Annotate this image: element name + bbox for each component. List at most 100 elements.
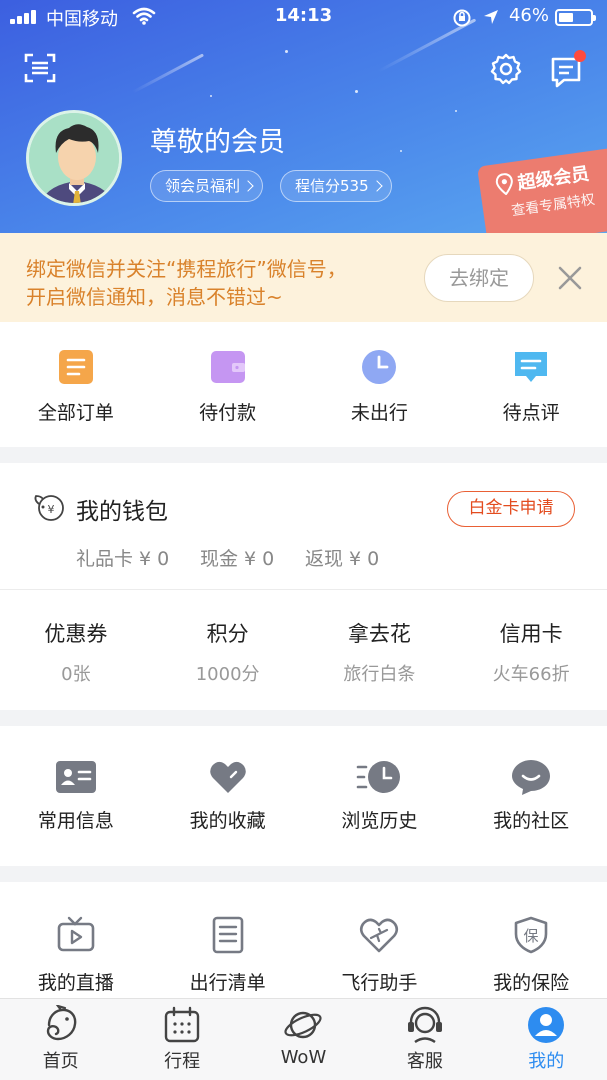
naquhua-item[interactable]: 拿去花 旅行白条 <box>304 618 456 686</box>
headset-icon <box>407 1006 442 1044</box>
history-icon <box>357 761 401 793</box>
insurance-item[interactable]: 保 我的保险 <box>455 916 607 995</box>
svg-text:¥: ¥ <box>48 503 55 516</box>
tab-home-label: 首页 <box>42 1051 79 1072</box>
location-arrow-icon <box>484 10 498 24</box>
tab-customer-service-label: 客服 <box>406 1051 443 1072</box>
insurance-label: 我的保险 <box>493 972 570 994</box>
bottom-tab-bar: 首页 行程 WoW 客服 我的 <box>0 998 607 1080</box>
tab-itinerary-label: 行程 <box>164 1051 201 1072</box>
common-info-label: 常用信息 <box>37 810 114 832</box>
insurance-shield-icon: 保 <box>514 916 548 954</box>
community-item[interactable]: 我的社区 <box>455 758 607 833</box>
points-title: 积分 <box>206 622 249 646</box>
wallet-title: 我的钱包 <box>76 499 168 525</box>
credit-score-button[interactable]: 程信分535 <box>280 170 392 202</box>
checklist-label: 出行清单 <box>189 972 266 994</box>
services-section-1: 常用信息 我的收藏 浏览历史 我的社区 <box>0 726 607 866</box>
unread-dot <box>574 50 586 62</box>
close-icon[interactable] <box>556 264 584 292</box>
order-not-travelled[interactable]: 未出行 <box>304 348 456 425</box>
tab-wow[interactable]: WoW <box>243 999 364 1080</box>
cashback-balance[interactable]: 返现 ¥ 0 <box>305 544 379 571</box>
live-stream-item[interactable]: 我的直播 <box>0 916 152 995</box>
platinum-card-apply-button[interactable]: 白金卡申请 <box>447 491 575 527</box>
checklist-item[interactable]: 出行清单 <box>152 916 304 995</box>
coupons-item[interactable]: 优惠券 0张 <box>0 618 152 686</box>
member-greeting: 尊敬的会员 <box>150 127 285 158</box>
home-dolphin-icon <box>46 1005 77 1041</box>
community-label: 我的社区 <box>493 810 570 832</box>
flight-assistant-label: 飞行助手 <box>341 972 418 994</box>
live-stream-label: 我的直播 <box>37 972 114 994</box>
bind-wechat-button[interactable]: 去绑定 <box>424 254 534 302</box>
coupons-count: 0张 <box>61 664 91 685</box>
battery-icon <box>555 9 596 26</box>
tab-customer-service[interactable]: 客服 <box>364 999 485 1080</box>
tv-icon <box>57 916 95 952</box>
credit-card-item[interactable]: 信用卡 火车66折 <box>455 618 607 686</box>
finance-row: 优惠券 0张 积分 1000分 拿去花 旅行白条 信用卡 火车66折 <box>0 618 607 686</box>
member-welfare-button[interactable]: 领会员福利 <box>150 170 264 202</box>
favorites-item[interactable]: 我的收藏 <box>152 758 304 833</box>
order-to-review-label: 待点评 <box>502 402 560 424</box>
message-icon[interactable] <box>548 50 590 90</box>
scan-icon[interactable] <box>24 52 56 84</box>
points-item[interactable]: 积分 1000分 <box>152 618 304 686</box>
profile-header: 中国移动 14:13 46% 尊敬的会员 领会员福利 程信分535 超级会员 查… <box>0 0 607 233</box>
order-pending-payment-label: 待付款 <box>199 402 257 424</box>
common-info-item[interactable]: 常用信息 <box>0 758 152 833</box>
checklist-icon <box>212 916 243 954</box>
tab-me-label: 我的 <box>528 1051 565 1072</box>
favorites-label: 我的收藏 <box>189 810 266 832</box>
all-orders-icon <box>58 350 93 384</box>
order-all[interactable]: 全部订单 <box>0 348 152 425</box>
clock-icon <box>362 350 397 384</box>
points-value: 1000分 <box>195 664 260 685</box>
planet-icon <box>284 1011 323 1039</box>
calendar-icon <box>164 1006 200 1043</box>
naquhua-sub: 旅行白条 <box>343 664 416 685</box>
location-pin-icon <box>495 173 513 196</box>
notice-line-2: 开启微信通知，消息不错过~ <box>26 285 283 309</box>
rotation-lock-icon <box>453 9 471 27</box>
tab-me[interactable]: 我的 <box>486 999 607 1080</box>
order-all-label: 全部订单 <box>37 402 114 424</box>
wallet-divider <box>0 589 607 590</box>
svg-text:保: 保 <box>524 927 539 945</box>
tab-itinerary[interactable]: 行程 <box>121 999 242 1080</box>
naquhua-title: 拿去花 <box>347 622 411 646</box>
gear-icon[interactable] <box>489 52 523 86</box>
tab-home[interactable]: 首页 <box>0 999 121 1080</box>
order-to-review[interactable]: 待点评 <box>455 348 607 425</box>
cash-balance[interactable]: 现金 ¥ 0 <box>200 544 274 571</box>
credit-card-sub: 火车66折 <box>492 664 570 685</box>
history-label: 浏览历史 <box>341 810 418 832</box>
battery-percentage: 46% <box>508 5 549 26</box>
services-row-2: 我的直播 出行清单 飞行助手 保 我的保险 <box>0 916 607 995</box>
credit-card-title: 信用卡 <box>499 622 563 646</box>
avatar[interactable] <box>26 110 122 206</box>
orders-row: 全部订单 待付款 未出行 待点评 <box>0 348 607 425</box>
super-member-card[interactable]: 超级会员 查看专属特权 <box>477 145 607 233</box>
history-item[interactable]: 浏览历史 <box>304 758 456 833</box>
wallet-pig-icon: ¥ <box>34 495 64 521</box>
coupons-title: 优惠券 <box>44 622 108 646</box>
order-not-travelled-label: 未出行 <box>350 402 408 424</box>
comment-icon <box>515 352 548 382</box>
tab-wow-label: WoW <box>280 1047 327 1068</box>
notice-text: 绑定微信并关注“携程旅行”微信号， 开启微信通知，消息不错过~ <box>26 255 406 311</box>
order-pending-payment[interactable]: 待付款 <box>152 348 304 425</box>
flight-assistant-item[interactable]: 飞行助手 <box>304 916 456 995</box>
status-bar: 中国移动 14:13 46% <box>0 0 607 34</box>
user-icon <box>528 1007 565 1043</box>
wallet-icon <box>210 351 245 383</box>
services-row-1: 常用信息 我的收藏 浏览历史 我的社区 <box>0 758 607 833</box>
avatar-illustration <box>29 113 119 203</box>
id-card-icon <box>55 761 96 793</box>
chat-bubble-icon <box>512 760 551 795</box>
gift-card-balance[interactable]: 礼品卡 ¥ 0 <box>76 544 169 571</box>
services-section-2: 我的直播 出行清单 飞行助手 保 我的保险 <box>0 882 607 998</box>
flight-heart-icon <box>360 918 399 953</box>
orders-section: 全部订单 待付款 未出行 待点评 <box>0 322 607 447</box>
